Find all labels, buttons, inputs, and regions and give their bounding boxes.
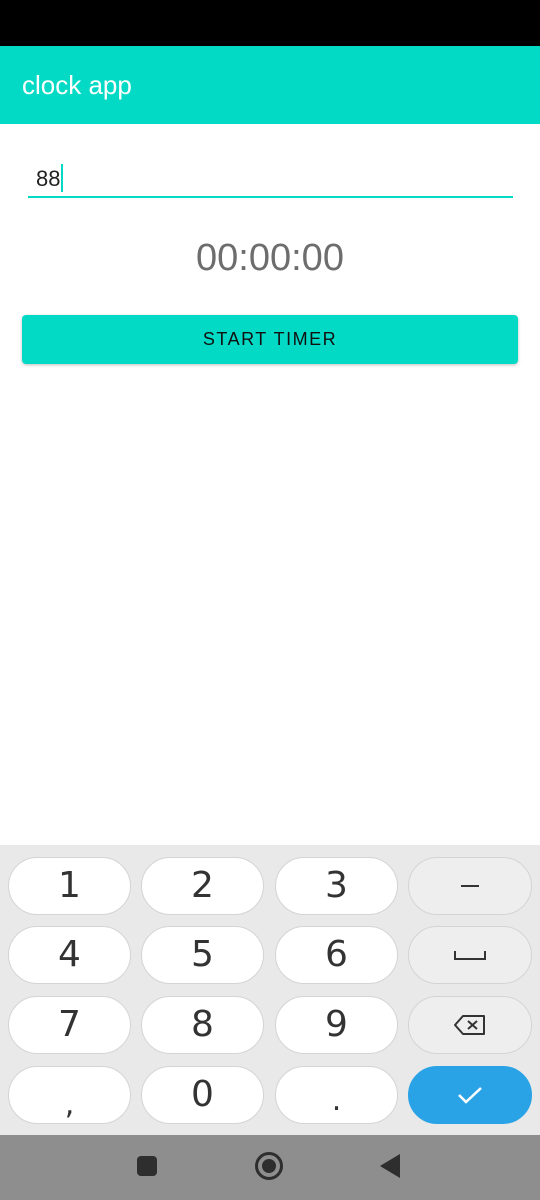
key-4[interactable]: 4 [8,926,131,984]
check-icon [458,1087,482,1104]
key-comma-label: , [64,1087,75,1122]
system-nav-bar [0,1135,540,1200]
key-1[interactable]: 1 [8,857,131,915]
key-8-label: 8 [191,1004,214,1045]
app-bar: clock app [0,46,540,124]
key-9-label: 9 [325,1004,348,1045]
duration-input-text: 88 [36,164,64,192]
home-icon[interactable] [255,1152,283,1180]
key-8[interactable]: 8 [141,996,264,1054]
key-2[interactable]: 2 [141,857,264,915]
key-5[interactable]: 5 [141,926,264,984]
app-title: clock app [22,70,132,100]
numeric-keyboard: 1 2 3 4 5 6 7 8 9 , 0 . [0,845,540,1135]
timer-display: 00:00:00 [196,237,344,279]
key-backspace[interactable] [408,996,532,1054]
key-1-label: 1 [58,865,81,906]
key-2-label: 2 [191,865,214,906]
key-space[interactable] [408,926,532,984]
recents-icon[interactable] [137,1156,157,1176]
key-7-label: 7 [58,1004,81,1045]
key-7[interactable]: 7 [8,996,131,1054]
key-minus[interactable] [408,857,532,915]
key-9[interactable]: 9 [275,996,398,1054]
minus-icon [461,885,479,887]
key-3-label: 3 [325,865,348,906]
key-period-label: . [331,1083,342,1118]
key-6-label: 6 [325,934,348,975]
key-period[interactable]: . [275,1066,398,1124]
text-caret [61,164,64,192]
backspace-icon [454,1015,485,1035]
key-0-label: 0 [191,1074,214,1115]
key-comma[interactable]: , [8,1066,131,1124]
duration-input[interactable]: 88 [28,150,513,198]
key-0[interactable]: 0 [141,1066,264,1124]
key-5-label: 5 [191,934,214,975]
back-icon[interactable] [380,1154,400,1178]
duration-input-value: 88 [36,166,61,191]
status-bar [0,0,540,46]
key-4-label: 4 [58,934,81,975]
key-3[interactable]: 3 [275,857,398,915]
space-icon [454,951,486,960]
key-6[interactable]: 6 [275,926,398,984]
key-done[interactable] [408,1066,532,1124]
start-timer-button[interactable]: START TIMER [22,315,518,364]
